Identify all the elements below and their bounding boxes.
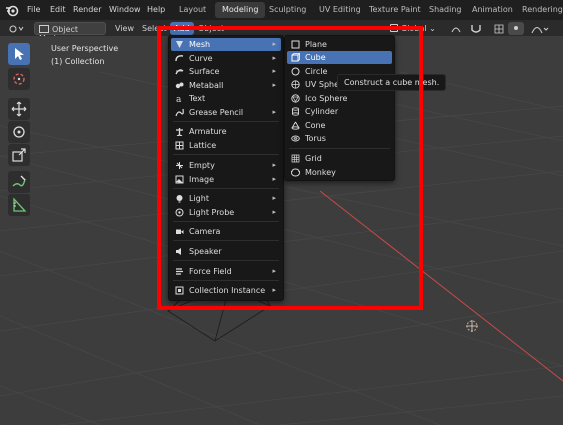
highlight-annotation-box: [157, 26, 423, 310]
top-menu-bar: File Edit Render Window Help Layout Mode…: [0, 0, 563, 20]
tab-layout[interactable]: Layout: [172, 2, 213, 18]
falloff-curve-icon: [531, 27, 549, 34]
scale-icon: [12, 148, 26, 162]
menu-help[interactable]: Help: [147, 5, 165, 14]
annotate-pencil-icon: [12, 175, 26, 187]
rotate-tool[interactable]: [8, 121, 30, 143]
rotate-icon: [13, 126, 25, 138]
falloff-dropdown[interactable]: [527, 22, 557, 35]
snap-target-button[interactable]: [490, 22, 506, 35]
3d-cursor-icon: [13, 73, 25, 85]
tab-rendering[interactable]: Rendering: [515, 2, 563, 18]
move-arrows-icon: [11, 101, 27, 117]
object-mode-icon: [39, 25, 49, 33]
annotate-tool[interactable]: [8, 171, 30, 193]
measure-tool[interactable]: [8, 194, 30, 216]
menu-window[interactable]: Window: [109, 5, 141, 14]
measure-ruler-icon: [13, 197, 27, 212]
proportional-icon: [514, 26, 518, 30]
mode-dropdown[interactable]: Object Mode: [34, 22, 106, 43]
scale-tool[interactable]: [8, 144, 30, 166]
blender-logo-icon[interactable]: [5, 3, 19, 17]
proportional-edit-button[interactable]: [508, 22, 524, 35]
snap-grid-icon: [494, 24, 504, 34]
tab-sculpting[interactable]: Sculpting: [262, 2, 313, 18]
pivot-point-button[interactable]: [446, 22, 466, 35]
editor-type-button[interactable]: [4, 22, 28, 35]
tab-shading[interactable]: Shading: [422, 2, 469, 18]
magnet-icon: [471, 25, 481, 33]
menu-file[interactable]: File: [27, 5, 40, 14]
axes-icon: [9, 25, 24, 33]
menu-edit[interactable]: Edit: [50, 5, 66, 14]
cursor-tool[interactable]: [8, 68, 30, 90]
menu-render[interactable]: Render: [73, 5, 101, 14]
tab-modeling[interactable]: Modeling: [215, 2, 266, 18]
view-menu[interactable]: View: [111, 22, 138, 35]
select-box-tool[interactable]: [8, 43, 30, 65]
cursor-arrow-icon: [15, 48, 24, 60]
perspective-label: User Perspective: [51, 44, 119, 53]
collection-label: (1) Collection: [51, 57, 105, 66]
tab-uv-editing[interactable]: UV Editing: [312, 2, 368, 18]
move-tool[interactable]: [8, 98, 30, 120]
tab-animation[interactable]: Animation: [465, 2, 520, 18]
snap-button[interactable]: [466, 22, 488, 35]
pivot-icon: [451, 27, 461, 33]
tab-texture-paint[interactable]: Texture Paint: [362, 2, 428, 18]
